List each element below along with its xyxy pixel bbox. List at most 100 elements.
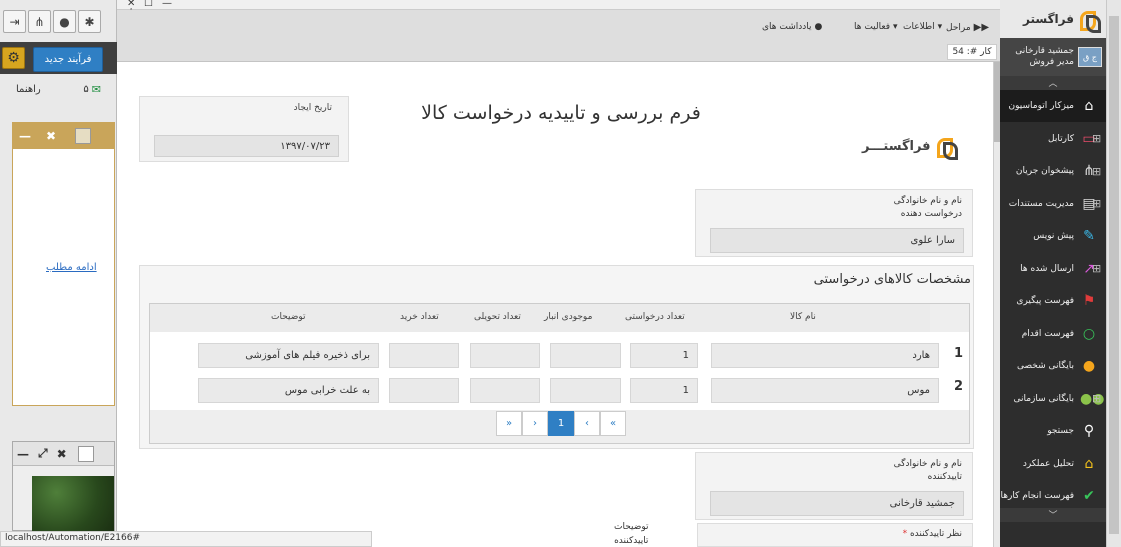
user-profile[interactable]: جمشید قارخانی مدیر فروش ج ق	[1000, 38, 1106, 76]
user-role: مدیر فروش	[1029, 57, 1074, 67]
approver-notes-line2: تاییدکننده	[614, 536, 649, 546]
new-process-button[interactable]: فرآیند جدید	[33, 47, 103, 72]
steps-button[interactable]: مراحل ▶▶	[946, 22, 989, 33]
pagination: » › 1 ‹ «	[496, 411, 626, 436]
requester-field[interactable]: سارا علوی	[710, 228, 964, 253]
col-delivered: تعداد تحویلی	[474, 312, 521, 322]
sidebar-item[interactable]: پیش نویس ✎	[1000, 220, 1106, 252]
sidebar-item[interactable]: ⊞ کارتابل ▭	[1000, 123, 1106, 155]
guide-row: راهنما ۵ ✉	[0, 80, 117, 98]
close-icon[interactable]: ✖	[57, 447, 67, 461]
user-info: جمشید قارخانی مدیر فروش	[1015, 46, 1074, 68]
pager-first[interactable]: «	[600, 411, 626, 436]
sidebar-item-label: بایگانی شخصی	[1017, 361, 1074, 371]
cell-purchased[interactable]	[389, 378, 459, 403]
notes-button[interactable]: یادداشت های ●	[762, 22, 822, 32]
cell-name[interactable]: موس	[711, 378, 939, 403]
items-panel: مشخصات کالاهای درخواستی نام کالا تعداد د…	[139, 265, 974, 449]
info-dropdown[interactable]: اطلاعات ▾	[903, 22, 942, 32]
sidebar-item[interactable]: فهرست اقدام ○	[1000, 318, 1106, 350]
maximize-icon[interactable]	[77, 445, 94, 462]
left-desktop-panel: ⇥ ⋔ ● ✱ ⚙ فرآیند جدید راهنما ۵ ✉ — ✖ ادا…	[0, 0, 117, 547]
page-scroll-thumb[interactable]	[1109, 16, 1119, 534]
form-logo: فراگستـــر	[862, 136, 958, 160]
cell-delivered[interactable]	[470, 378, 540, 403]
profile-settings-icon[interactable]: ✱	[78, 10, 101, 33]
sidebar-item[interactable]: فهرست پیگیری ⚑	[1000, 285, 1106, 317]
expand-plus-icon[interactable]: ⊞	[1092, 392, 1101, 405]
status-bar: localhost/Automation/E2166#	[0, 531, 372, 547]
sidebar-item-label: میزکار اتوماسیون	[1008, 101, 1074, 111]
sidebar-brand: فراگستر	[1000, 0, 1106, 38]
widget-image	[32, 476, 114, 531]
close-icon[interactable]: ✖	[43, 128, 59, 144]
pager-prev[interactable]: ‹	[574, 411, 600, 436]
restore-window-icon[interactable]: ☐	[144, 0, 153, 9]
main-sidebar: فراگستر جمشید قارخانی مدیر فروش ج ق ︿ می…	[1000, 0, 1106, 547]
mail-counter[interactable]: ۵ ✉	[83, 83, 101, 96]
cell-requested[interactable]: 1	[630, 343, 698, 368]
sidebar-item-label: تحلیل عملکرد	[1022, 458, 1074, 469]
org-chart-icon[interactable]: ⋔	[28, 10, 51, 33]
logo-icon	[935, 136, 958, 160]
page-scrollbar[interactable]	[1106, 0, 1121, 547]
user-icon[interactable]: ●	[53, 10, 76, 33]
sidebar-item[interactable]: بایگانی شخصی ●	[1000, 350, 1106, 382]
cell-delivered[interactable]	[470, 343, 540, 368]
sidebar-item[interactable]: جستجو ⚲	[1000, 415, 1106, 447]
pager-current[interactable]: 1	[548, 411, 574, 436]
approver-notes-line1: توضیحات	[614, 522, 649, 532]
logout-icon[interactable]: ⇥	[3, 10, 26, 33]
flag-icon: ⚑	[1082, 293, 1096, 309]
cell-purchased[interactable]	[389, 343, 459, 368]
cell-name[interactable]: هارد	[711, 343, 939, 368]
form-scrollbar[interactable]	[993, 62, 1001, 547]
avatar: ج ق	[1078, 47, 1102, 67]
guide-link[interactable]: راهنما	[16, 84, 41, 95]
table-body: 1 هارد 1 برای ذخیره فیلم های آموزشی 2 مو…	[150, 332, 969, 410]
sidebar-item[interactable]: ⊞ ارسال شده ها ↗	[1000, 253, 1106, 285]
approver-box: نام و نام خانوادگی تاییدکننده جمشید قارخ…	[695, 452, 973, 520]
sidebar-item[interactable]: ⊞ مدیریت مستندات ▤	[1000, 188, 1106, 220]
steps-label: مراحل	[946, 22, 971, 33]
cell-requested[interactable]: 1	[630, 378, 698, 403]
expand-plus-icon[interactable]: ⊞	[1092, 165, 1101, 178]
chevron-up-icon[interactable]: ︿	[1000, 76, 1106, 90]
mail-icon: ✉	[91, 82, 101, 96]
expand-plus-icon[interactable]: ⊞	[1092, 262, 1101, 275]
pager-next[interactable]: ›	[522, 411, 548, 436]
form-title: فرم بررسی و تاییدیه درخواست کالا	[421, 102, 701, 124]
expand-plus-icon[interactable]: ⊞	[1092, 132, 1101, 145]
gear-icon[interactable]: ⚙	[2, 47, 25, 69]
home-icon: ⌂	[1084, 98, 1094, 114]
mail-count: ۵	[83, 83, 89, 95]
activities-dropdown[interactable]: فعالیت ها ▾	[854, 22, 898, 32]
approver-field[interactable]: جمشید قارخانی	[710, 491, 964, 516]
cell-stock[interactable]	[550, 378, 621, 403]
read-more-link[interactable]: ادامه مطلب	[46, 262, 97, 273]
draft-icon: ✎	[1083, 228, 1095, 244]
opinion-label-text: نظر تاییدکننده	[909, 529, 962, 539]
cell-stock[interactable]	[550, 343, 621, 368]
double-arrow-icon: ▶▶	[973, 22, 990, 33]
minimize-icon[interactable]: —	[17, 447, 29, 461]
minimize-icon[interactable]: —	[17, 128, 33, 144]
left-toolbar: ⇥ ⋔ ● ✱	[3, 10, 101, 33]
maximize-icon[interactable]	[75, 128, 91, 144]
sidebar-item[interactable]: ⊞ بایگانی سازمانی ●●	[1000, 383, 1106, 415]
requester-label: نام و نام خانوادگی درخواست دهنده	[894, 195, 962, 221]
case-number-badge: کار #: 54	[947, 44, 997, 60]
pager-last[interactable]: »	[496, 411, 522, 436]
expand-icon[interactable]: ⤢	[38, 446, 48, 461]
cell-description[interactable]: به علت خرابی موس	[198, 378, 379, 403]
cell-description[interactable]: برای ذخیره فیلم های آموزشی	[198, 343, 379, 368]
sidebar-item[interactable]: ⊞ پیشخوان جریان ⋔	[1000, 155, 1106, 187]
chevron-down-icon[interactable]: ﹀	[1000, 508, 1106, 522]
expand-plus-icon[interactable]: ⊞	[1092, 197, 1101, 210]
notes-label: یادداشت های	[762, 22, 812, 32]
minimize-window-icon[interactable]: —	[162, 0, 172, 9]
items-title: مشخصات کالاهای درخواستی	[813, 272, 971, 287]
sidebar-item[interactable]: میزکار اتوماسیون ⌂	[1000, 90, 1106, 122]
activities-label: فعالیت ها	[854, 22, 891, 32]
sidebar-item[interactable]: تحلیل عملکرد ⌂	[1000, 448, 1106, 480]
